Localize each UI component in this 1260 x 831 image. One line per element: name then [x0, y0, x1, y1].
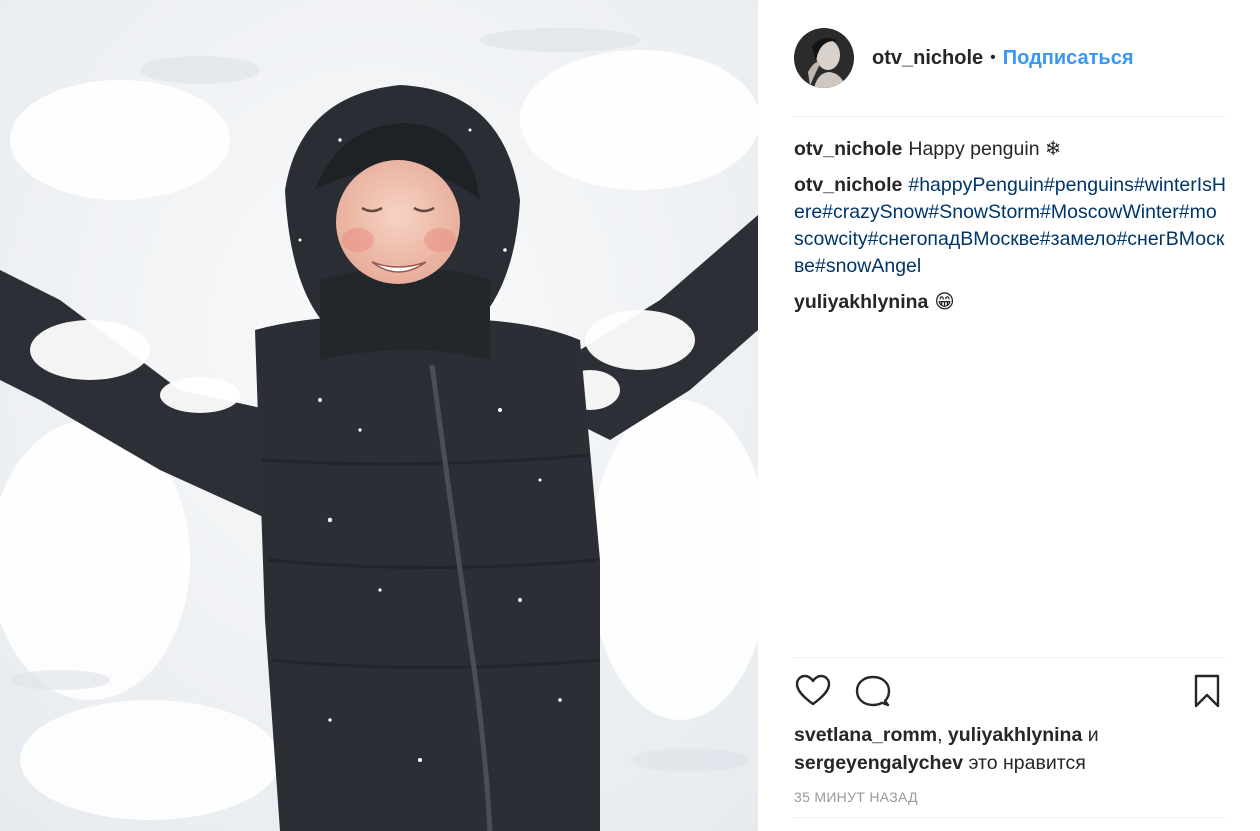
bookmark-icon — [1194, 674, 1220, 708]
likes-separator: , — [937, 724, 943, 746]
comment-text: 😁 — [934, 291, 955, 313]
likes-suffix: это нравится — [968, 752, 1086, 774]
action-bar — [794, 672, 1226, 712]
comment-text: Happy penguin ❄ — [908, 138, 1062, 160]
comment-author[interactable]: yuliyakhlynina — [794, 291, 928, 313]
liker-username[interactable]: svetlana_romm — [794, 724, 937, 746]
post-details-panel: otv_nichole • Подписаться otv_nichole Hap… — [758, 0, 1260, 831]
caption-comment: otv_nichole Happy penguin ❄ — [794, 136, 1226, 163]
author-username[interactable]: otv_nichole — [872, 47, 983, 70]
comment-author[interactable]: otv_nichole — [794, 138, 902, 160]
avatar-image — [794, 28, 854, 88]
reply-comment: yuliyakhlynina 😁 — [794, 289, 1226, 316]
hashtags-comment: otv_nichole #happyPenguin#penguins#winter… — [794, 172, 1226, 280]
save-button[interactable] — [1188, 672, 1226, 710]
author-avatar[interactable] — [794, 28, 854, 88]
liker-username[interactable]: sergeyengalychev — [794, 752, 963, 774]
header-separator: • — [990, 49, 996, 66]
post-timestamp[interactable]: 35 минут назад — [794, 789, 918, 805]
divider — [794, 817, 1225, 818]
divider — [794, 116, 1225, 117]
liker-username[interactable]: yuliyakhlynina — [948, 724, 1082, 746]
divider — [794, 657, 1225, 658]
likes-and: и — [1087, 724, 1099, 746]
comments-list: otv_nichole Happy penguin ❄ otv_nichole #h… — [794, 136, 1226, 325]
post-photo[interactable] — [0, 0, 758, 831]
likes-summary: svetlana_romm, yuliyakhlynina и sergeyen… — [794, 721, 1226, 777]
comment-author[interactable]: otv_nichole — [794, 174, 902, 196]
heart-icon — [795, 674, 831, 706]
like-button[interactable] — [794, 672, 832, 710]
snow-angel-photo — [0, 0, 758, 831]
comment-button[interactable] — [854, 672, 892, 710]
follow-button[interactable]: Подписаться — [1003, 47, 1134, 70]
post-header: otv_nichole • Подписаться — [794, 28, 1224, 88]
comment-bubble-icon — [855, 675, 891, 707]
